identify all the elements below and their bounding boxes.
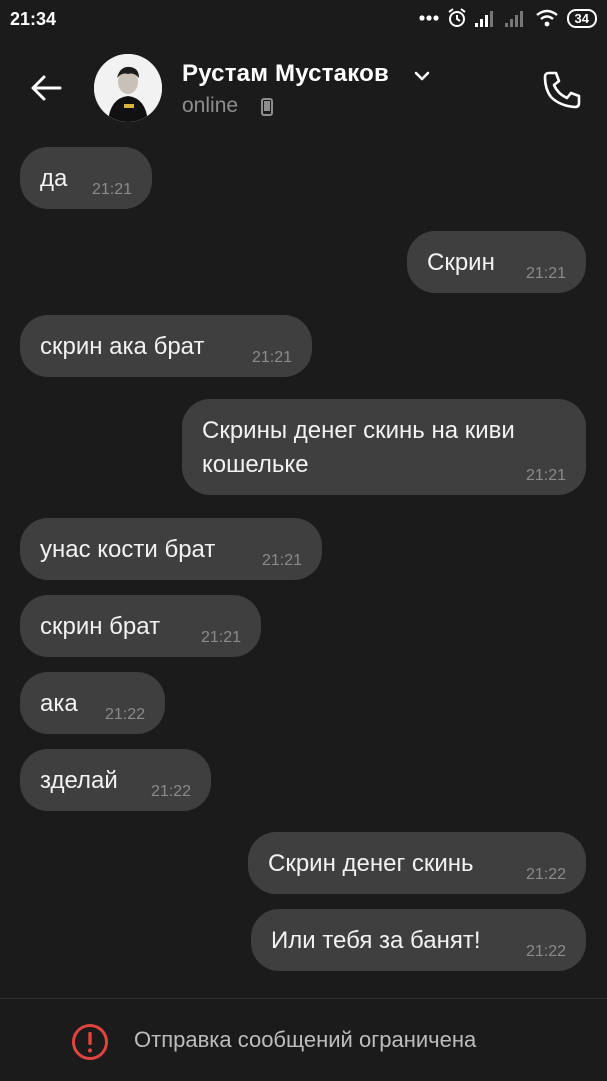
message-time: 21:21 — [261, 552, 302, 569]
message-bubble-outgoing[interactable]: Скрин денег скинь 21:22 — [248, 832, 586, 894]
restricted-banner: Отправка сообщений ограничена — [0, 998, 607, 1081]
message-time: 21:22 — [150, 783, 191, 800]
chevron-down-icon[interactable] — [413, 70, 431, 82]
contact-name[interactable]: Рустам Мустаков — [182, 60, 389, 88]
signal-icon — [474, 11, 493, 27]
wifi-icon — [535, 9, 558, 27]
message-time: 21:21 — [200, 629, 241, 646]
restriction-notice: Отправка сообщений ограничена — [134, 1027, 477, 1052]
battery-icon: 34 — [566, 8, 597, 28]
message-bubble-incoming[interactable]: скрин ака брат 21:21 — [20, 315, 312, 377]
message-time: 21:22 — [525, 943, 566, 960]
message-text: Скрин денег скинь — [268, 850, 474, 877]
message-bubble-outgoing[interactable]: Или тебя за банят! 21:22 — [251, 909, 586, 971]
message-text: скрин брат — [40, 613, 161, 640]
message-text: зделай — [40, 767, 118, 794]
alert-icon — [72, 1024, 108, 1060]
message-time: 21:21 — [525, 467, 566, 484]
presence-status: online — [182, 94, 239, 117]
status-time: 21:34 — [10, 9, 57, 29]
status-icons: 34 — [418, 8, 597, 28]
message-time: 21:22 — [104, 706, 145, 723]
message-bubble-incoming[interactable]: зделай 21:22 — [20, 749, 211, 811]
signal-icon — [504, 11, 523, 27]
message-text: ака — [40, 690, 78, 717]
more-dots-icon — [418, 15, 439, 21]
message-time: 21:21 — [91, 181, 132, 198]
mobile-device-icon — [261, 98, 273, 116]
message-bubble-incoming[interactable]: да 21:21 — [20, 147, 152, 209]
message-text: да — [40, 165, 68, 192]
message-text: Скрин — [427, 249, 495, 276]
status-bar: 21:34 34 — [0, 0, 607, 40]
message-text: Или тебя за банят! — [271, 927, 481, 954]
message-time: 21:22 — [525, 866, 566, 883]
message-bubble-incoming[interactable]: ака 21:22 — [20, 672, 165, 734]
message-time: 21:21 — [251, 349, 292, 366]
message-bubble-outgoing[interactable]: Скрин 21:21 — [407, 231, 586, 293]
message-bubble-incoming[interactable]: унас кости брат 21:21 — [20, 518, 322, 580]
chat-header: Рустам Мустаков online — [0, 40, 607, 140]
message-bubble-incoming[interactable]: скрин брат 21:21 — [20, 595, 261, 657]
avatar-photo — [94, 54, 162, 122]
message-text: Скрины денег скинь на киви кошельке — [202, 417, 515, 478]
message-time: 21:21 — [525, 265, 566, 282]
avatar[interactable] — [94, 54, 162, 122]
message-text: унас кости брат — [40, 536, 216, 563]
phone-call-icon[interactable] — [540, 68, 584, 112]
alarm-icon — [447, 8, 466, 27]
message-bubble-outgoing[interactable]: Скрины денег скинь на киви кошельке 21:2… — [182, 399, 586, 495]
message-text: скрин ака брат — [40, 333, 205, 360]
back-arrow-icon[interactable] — [28, 70, 64, 106]
